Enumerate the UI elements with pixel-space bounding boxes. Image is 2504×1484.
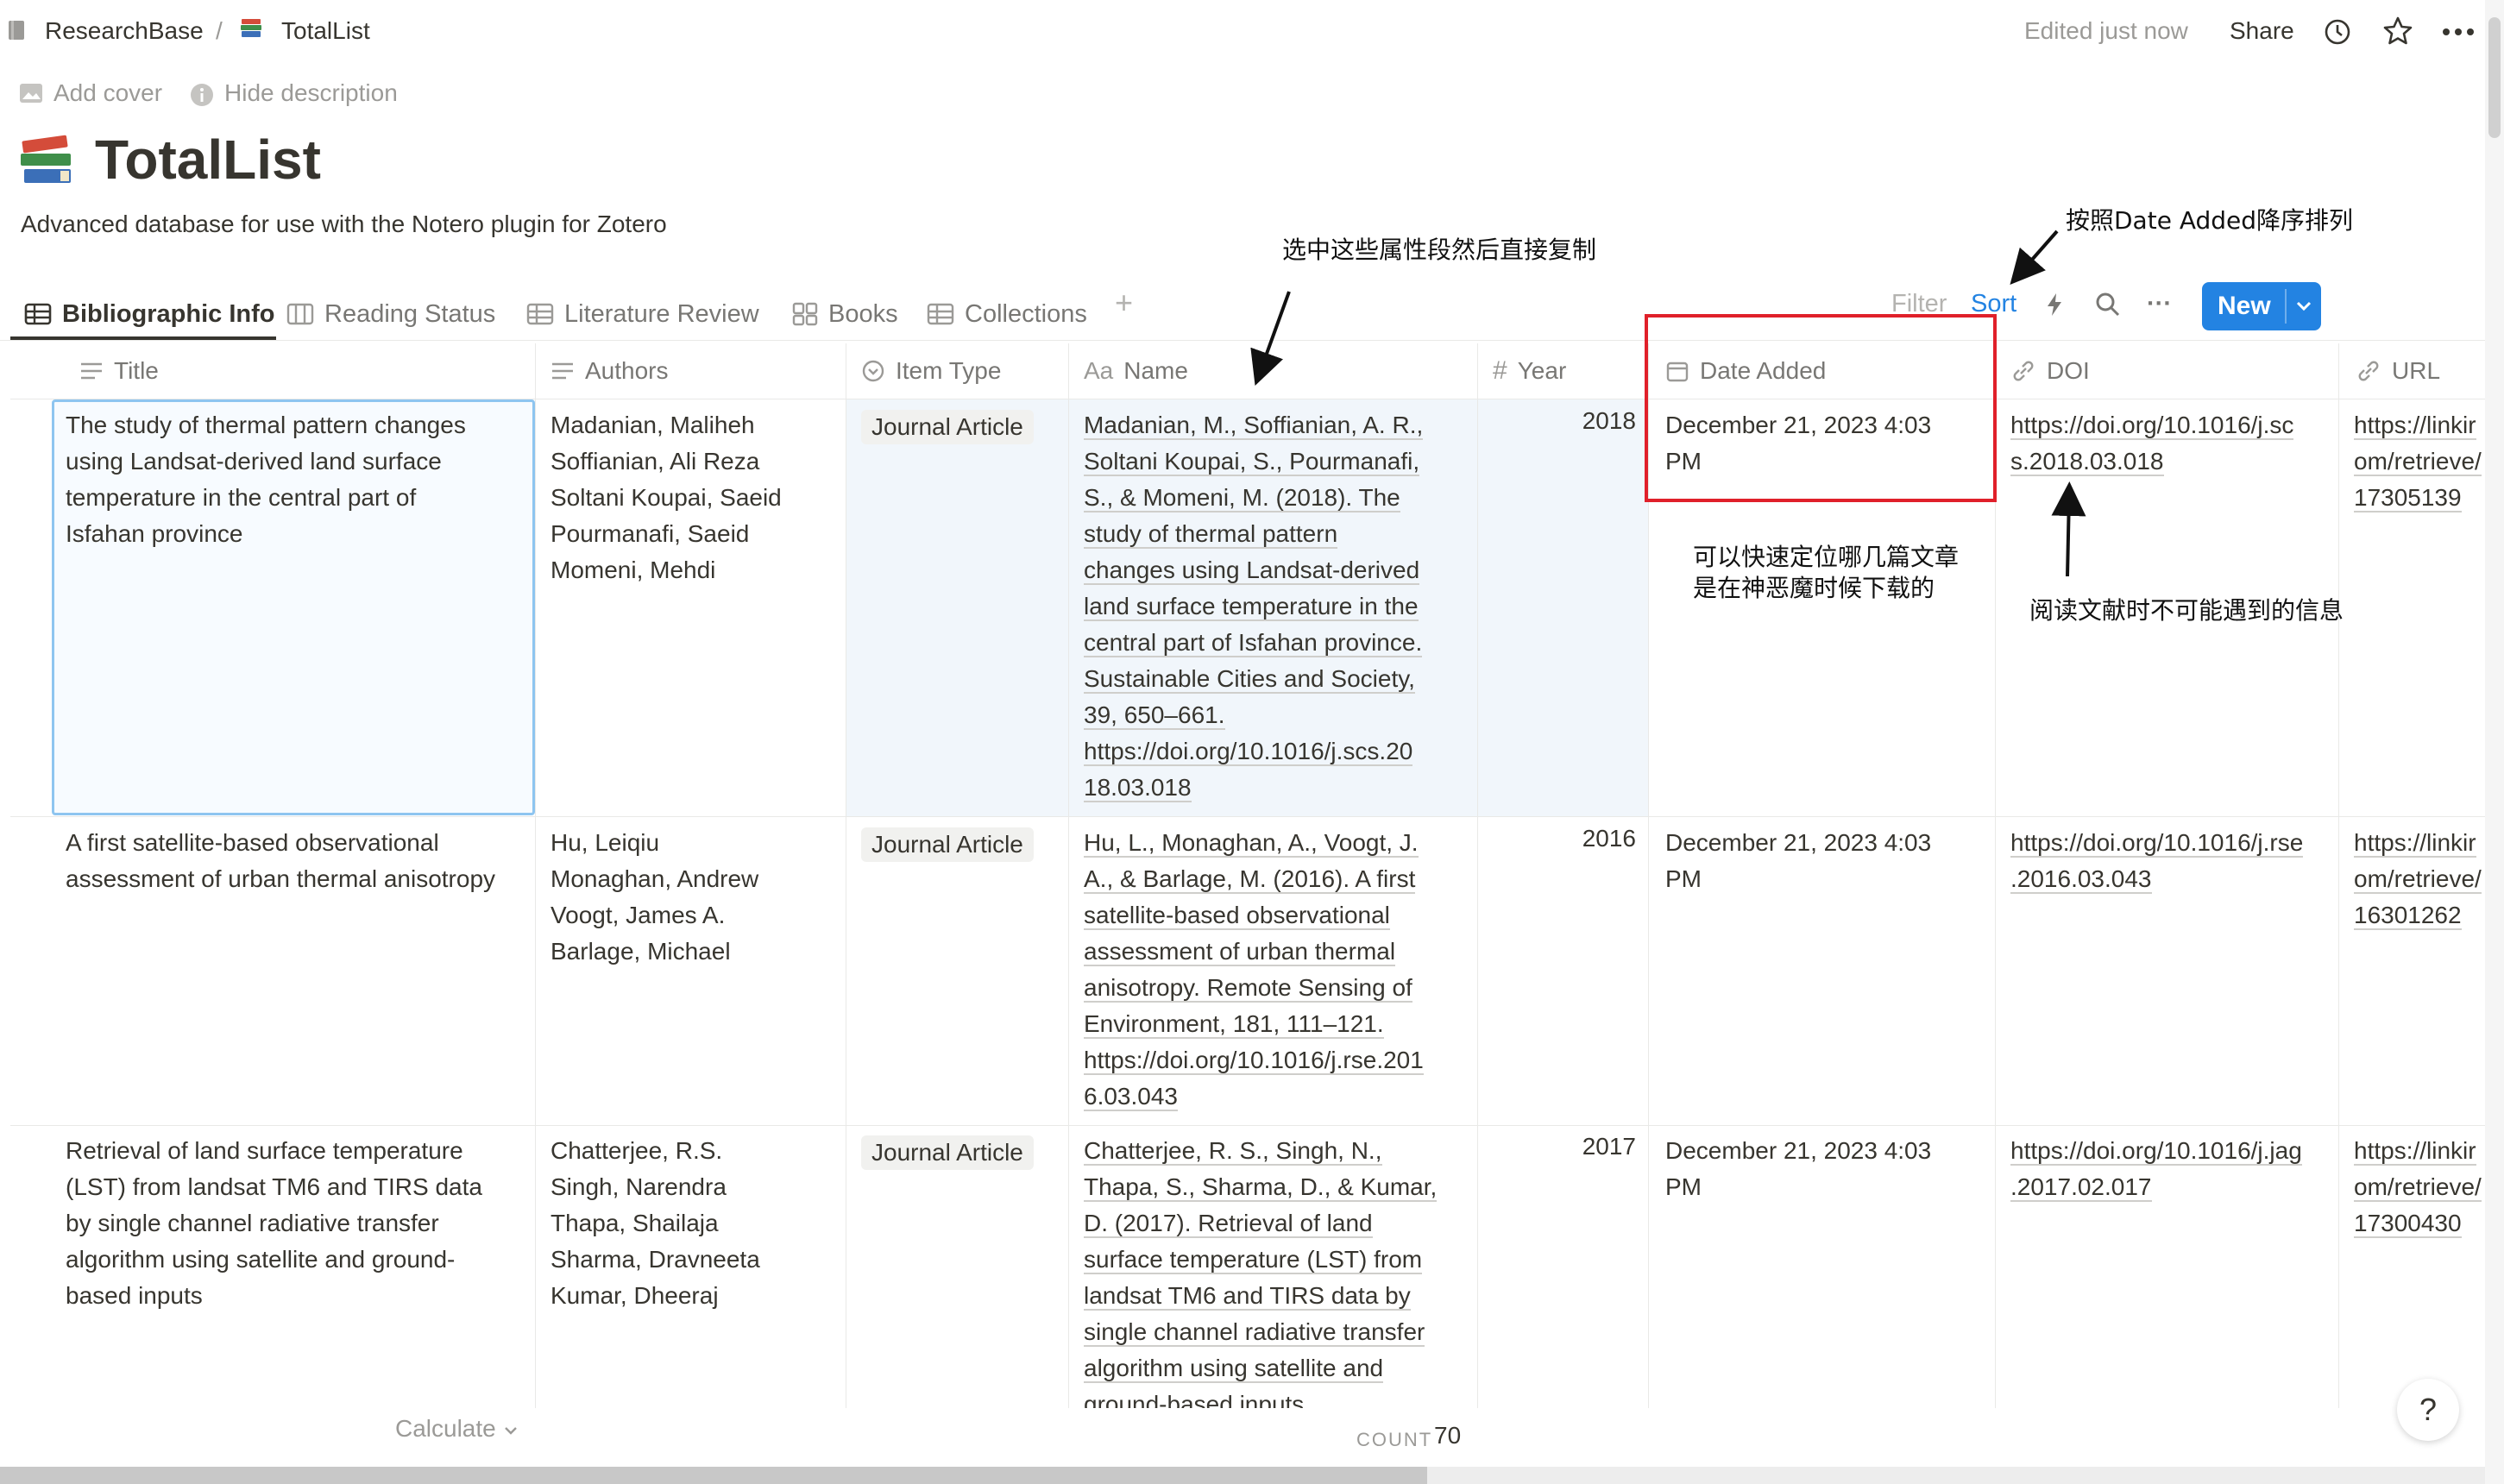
annotation-arrows xyxy=(1250,230,2086,577)
arrow-to-name-column xyxy=(1250,291,1291,387)
arrow-to-sort xyxy=(2010,230,2059,286)
arrow-to-doi xyxy=(2051,481,2086,577)
